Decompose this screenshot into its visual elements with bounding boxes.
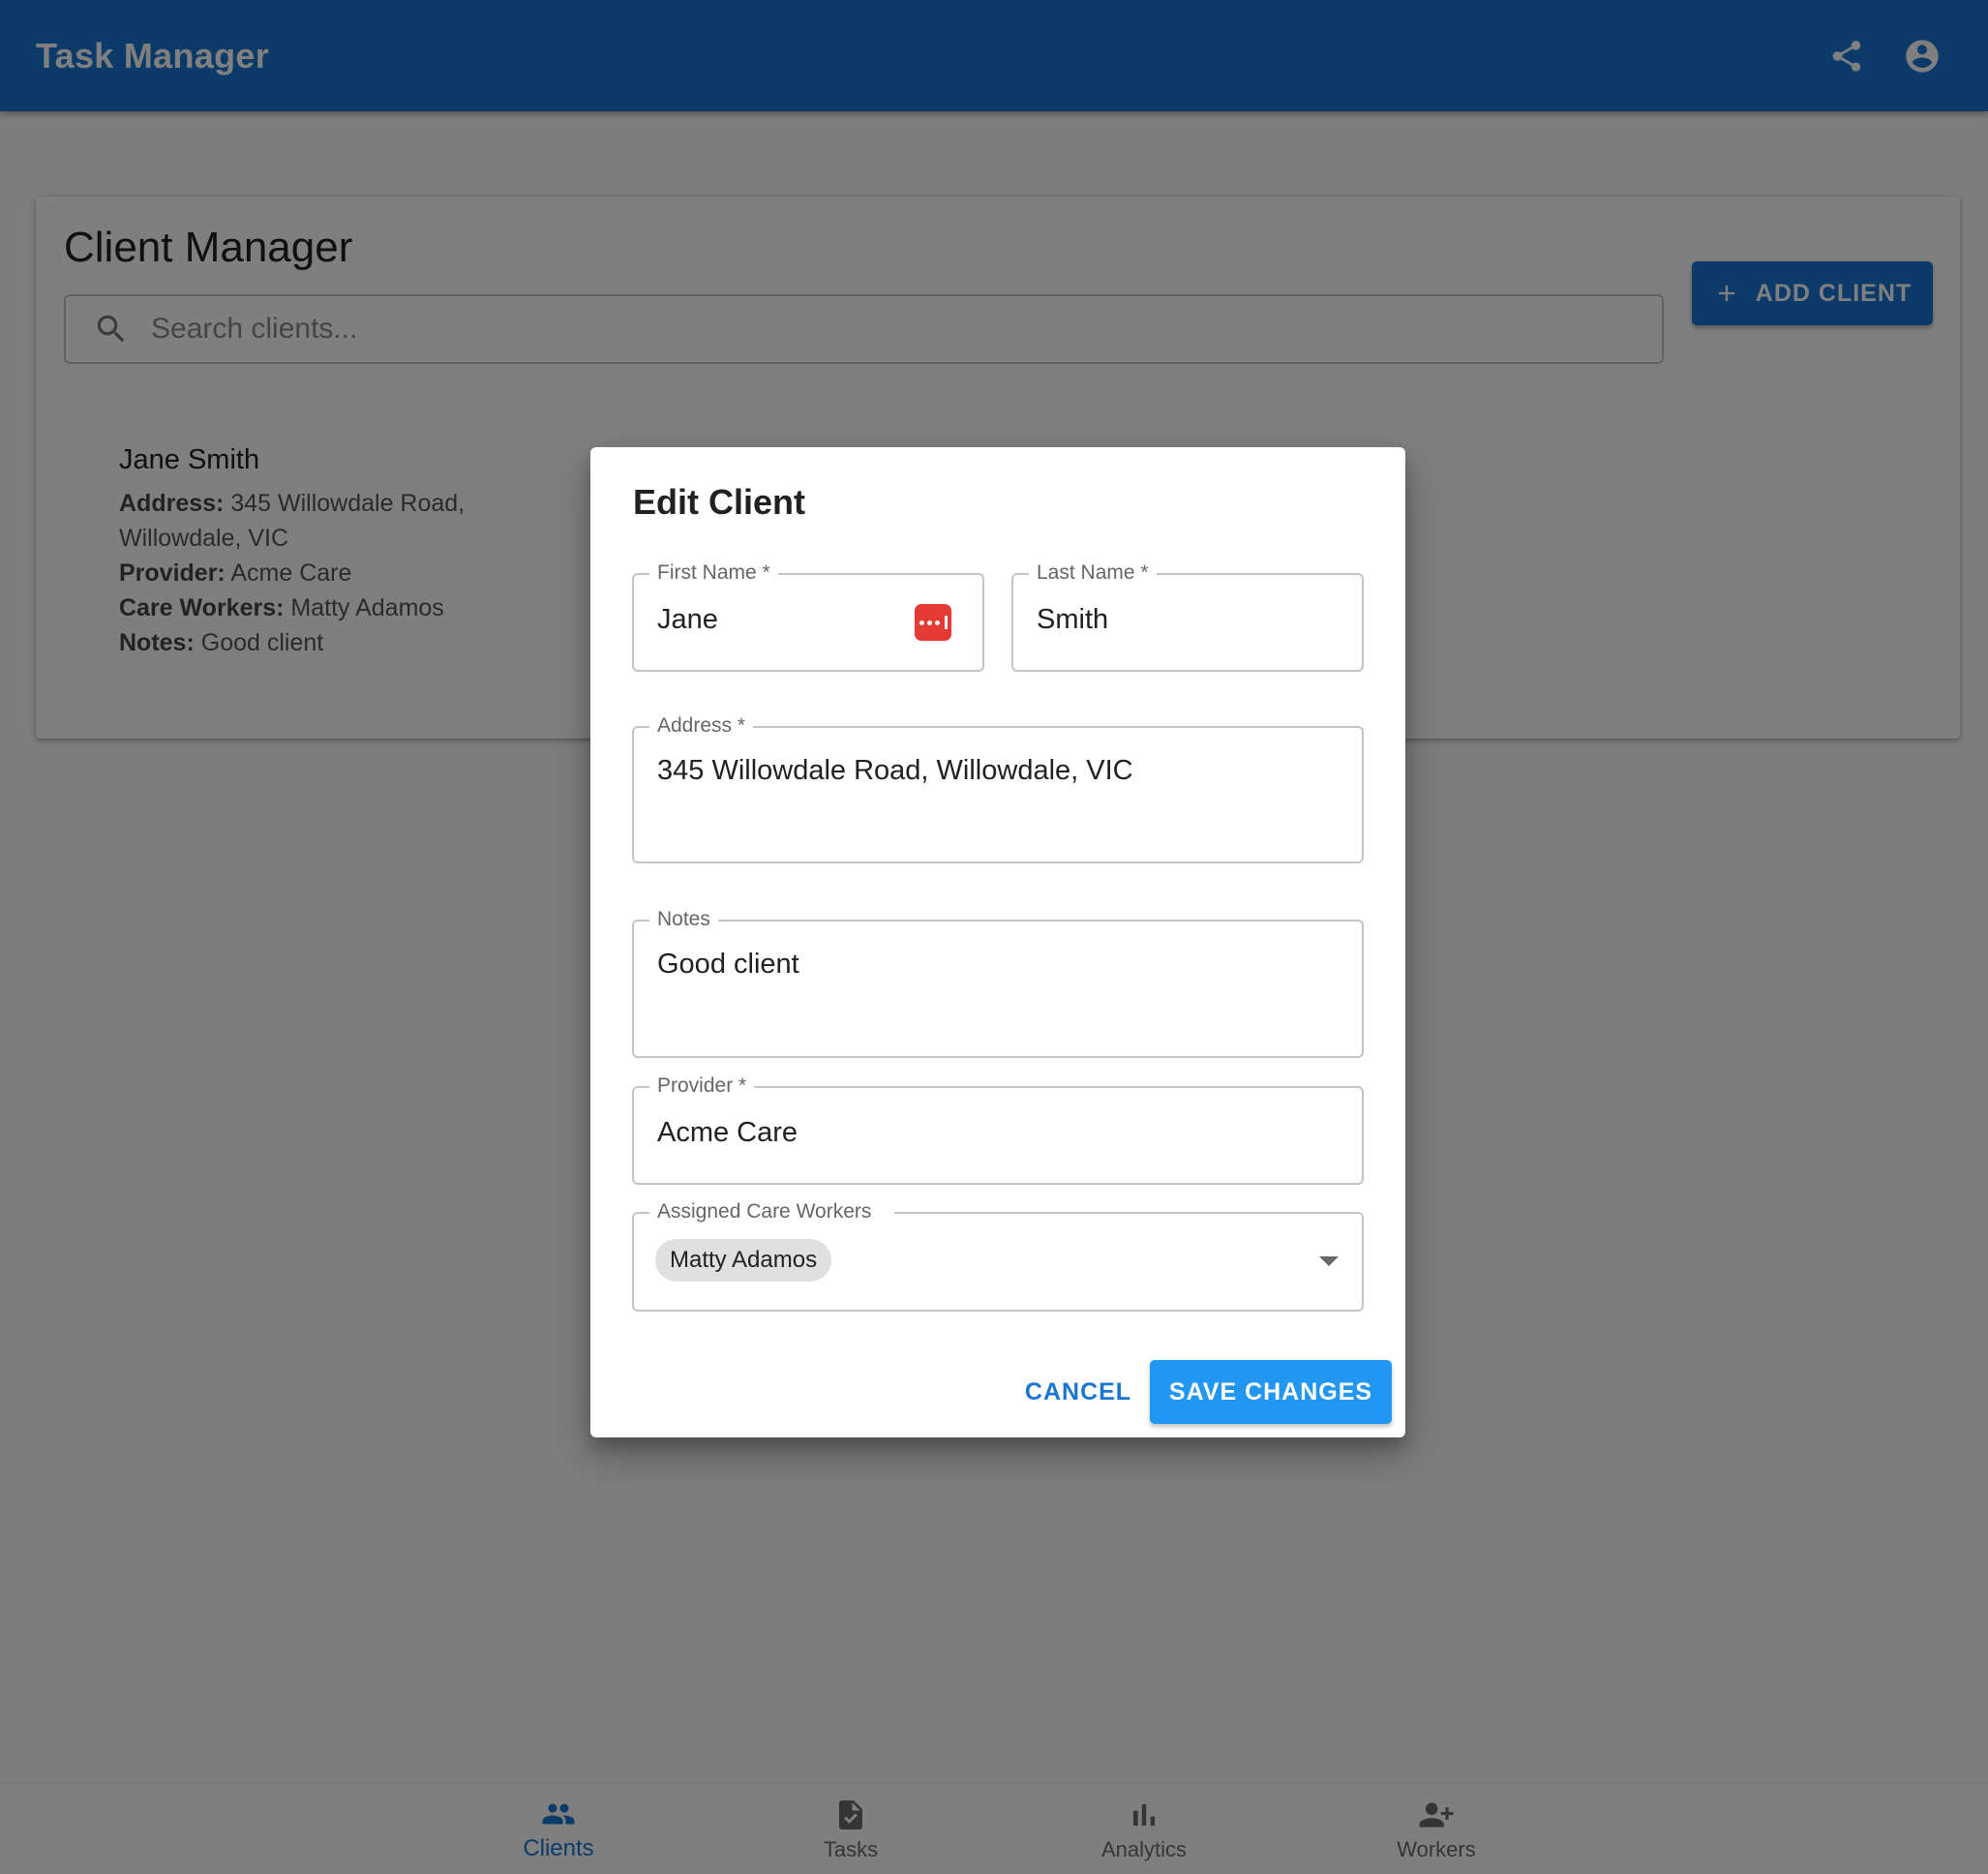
care-workers-label: Assigned Care Workers: [649, 1197, 895, 1226]
edit-client-dialog: Edit Client First Name * Jane Last Name …: [590, 447, 1405, 1437]
address-field[interactable]: Address * 345 Willowdale Road, Willowdal…: [632, 711, 1364, 863]
care-worker-chip-label: Matty Adamos: [670, 1247, 818, 1273]
save-changes-button[interactable]: SAVE CHANGES: [1150, 1360, 1392, 1424]
first-name-label: First Name *: [649, 559, 778, 588]
provider-field[interactable]: Provider * Acme Care: [632, 1072, 1364, 1185]
address-value[interactable]: 345 Willowdale Road, Willowdale, VIC: [657, 755, 1133, 787]
password-manager-icon[interactable]: [915, 604, 951, 641]
dialog-title: Edit Client: [633, 482, 805, 522]
notes-field[interactable]: Notes Good client: [632, 905, 1364, 1058]
last-name-label: Last Name *: [1029, 559, 1157, 588]
care-worker-chip[interactable]: Matty Adamos: [655, 1239, 832, 1282]
cancel-button[interactable]: CANCEL: [1007, 1361, 1150, 1423]
first-name-value[interactable]: Jane: [657, 604, 718, 636]
last-name-value[interactable]: Smith: [1037, 604, 1108, 636]
address-label: Address *: [649, 711, 754, 741]
provider-value[interactable]: Acme Care: [657, 1117, 798, 1149]
chevron-down-icon[interactable]: [1319, 1256, 1339, 1266]
provider-label: Provider *: [649, 1072, 755, 1101]
first-name-field[interactable]: First Name * Jane: [632, 559, 984, 672]
notes-label: Notes: [649, 905, 718, 934]
notes-value[interactable]: Good client: [657, 949, 799, 981]
care-workers-select[interactable]: Assigned Care Workers Matty Adamos: [632, 1197, 1364, 1312]
last-name-field[interactable]: Last Name * Smith: [1011, 559, 1364, 672]
